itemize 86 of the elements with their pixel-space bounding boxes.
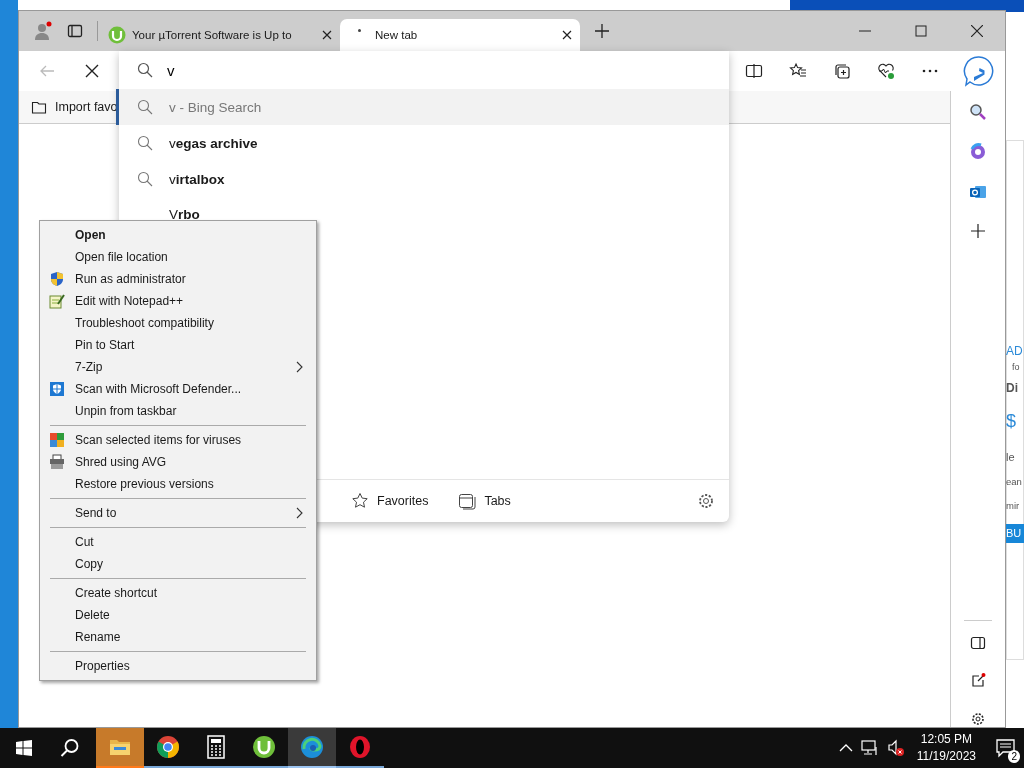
utorrent-icon [108, 26, 126, 44]
new-tab-icon[interactable] [594, 23, 610, 39]
page-text: mir [1006, 500, 1020, 510]
start-icon[interactable] [16, 740, 32, 756]
calculator-icon [204, 735, 228, 759]
menu-item[interactable]: Create shortcut [40, 582, 316, 604]
folder-icon [31, 99, 47, 115]
suggestion-item[interactable]: vegas archive [116, 125, 729, 161]
settings-icon[interactable] [697, 492, 715, 510]
shield-icon [49, 381, 65, 397]
sidebar-panel-icon[interactable] [970, 635, 986, 651]
volume-muted-icon[interactable] [886, 739, 905, 757]
menu-item[interactable]: Pin to Start [40, 334, 316, 356]
page-text: le [1006, 452, 1015, 463]
browser-tab[interactable]: Your µTorrent Software is Up to [104, 19, 340, 51]
menu-item[interactable]: 7-Zip [40, 356, 316, 378]
add-icon[interactable] [970, 223, 986, 239]
suggestion-item[interactable]: virtalbox [116, 161, 729, 197]
menu-item[interactable]: Open file location [40, 246, 316, 268]
menu-item[interactable]: Run as administrator [40, 268, 316, 290]
menu-item[interactable]: Restore previous versions [40, 473, 316, 495]
avg-icon [49, 432, 65, 448]
address-field[interactable]: v [167, 61, 567, 79]
page-text: fo [1011, 363, 1020, 372]
chrome-icon [156, 735, 180, 759]
settings-icon[interactable] [970, 711, 986, 727]
profile-icon[interactable] [33, 21, 53, 41]
utorrent-icon [252, 735, 276, 759]
page-text: ean [1006, 477, 1022, 487]
dropdown-footer-item[interactable]: Favorites [351, 492, 429, 510]
page-text: BU [1006, 524, 1024, 543]
search-icon [137, 135, 153, 151]
heart-icon[interactable] [877, 62, 895, 80]
menu-item[interactable]: Scan selected items for viruses [40, 429, 316, 451]
message-icon [996, 738, 1016, 758]
notepad-icon [49, 293, 65, 309]
time-text: 12:05 PM [920, 731, 973, 748]
dropdown-footer-item[interactable]: Tabs [458, 492, 511, 510]
menu-item[interactable]: Delete [40, 604, 316, 626]
menu-item[interactable]: Unpin from taskbar [40, 400, 316, 422]
close-icon[interactable] [971, 25, 983, 37]
page-text: $ [1006, 412, 1016, 430]
tabs-icon [458, 492, 477, 510]
shredder-icon [49, 454, 65, 470]
menu-item[interactable]: Scan with Microsoft Defender... [40, 378, 316, 400]
external-link-icon[interactable] [970, 673, 986, 689]
search-icon [137, 99, 153, 115]
date-text: 11/19/2023 [916, 748, 976, 765]
search-icon [137, 171, 153, 187]
copilot-icon[interactable] [969, 143, 987, 161]
menu-item[interactable]: Cut [40, 531, 316, 553]
opera-icon [348, 735, 372, 759]
menu-item[interactable]: Open [40, 224, 316, 246]
menu-item[interactable]: Shred using AVG [40, 451, 316, 473]
page-text: AD [1006, 345, 1023, 357]
menu-item[interactable]: Troubleshoot compatibility [40, 312, 316, 334]
chat-bubble-icon[interactable] [963, 55, 995, 87]
close-icon[interactable] [562, 30, 572, 40]
favorites-icon[interactable] [789, 62, 807, 80]
tab-actions-icon[interactable] [67, 23, 83, 39]
menu-item[interactable]: Copy [40, 553, 316, 575]
search-icon[interactable] [60, 738, 80, 758]
edge-icon [300, 735, 324, 759]
stop-icon[interactable] [85, 64, 99, 78]
network-icon[interactable] [860, 739, 879, 757]
search-icon [137, 62, 153, 78]
taskbar-app[interactable] [288, 728, 336, 768]
maximize-icon[interactable] [915, 25, 927, 37]
collections-icon[interactable] [833, 62, 851, 80]
loading-icon [358, 29, 361, 32]
star-icon [351, 492, 369, 510]
close-icon[interactable] [322, 30, 332, 40]
page-text: Di [1006, 382, 1018, 394]
notification-button[interactable]: 2 [988, 728, 1024, 768]
search-icon[interactable] [969, 103, 987, 121]
menu-item[interactable]: Properties [40, 655, 316, 677]
suggestion-item[interactable]: v - Bing Search [116, 89, 729, 125]
menu-item[interactable]: Rename [40, 626, 316, 648]
menu-item[interactable]: Edit with Notepad++ [40, 290, 316, 312]
shield-icon [49, 271, 65, 287]
split-screen-icon[interactable] [745, 62, 763, 80]
notification-count: 2 [1008, 750, 1020, 763]
outlook-icon[interactable] [969, 183, 987, 201]
browser-tab[interactable]: New tab [340, 19, 580, 51]
clock[interactable]: 12:05 PM 11/19/2023 [916, 731, 976, 765]
menu-item[interactable]: Send to [40, 502, 316, 524]
